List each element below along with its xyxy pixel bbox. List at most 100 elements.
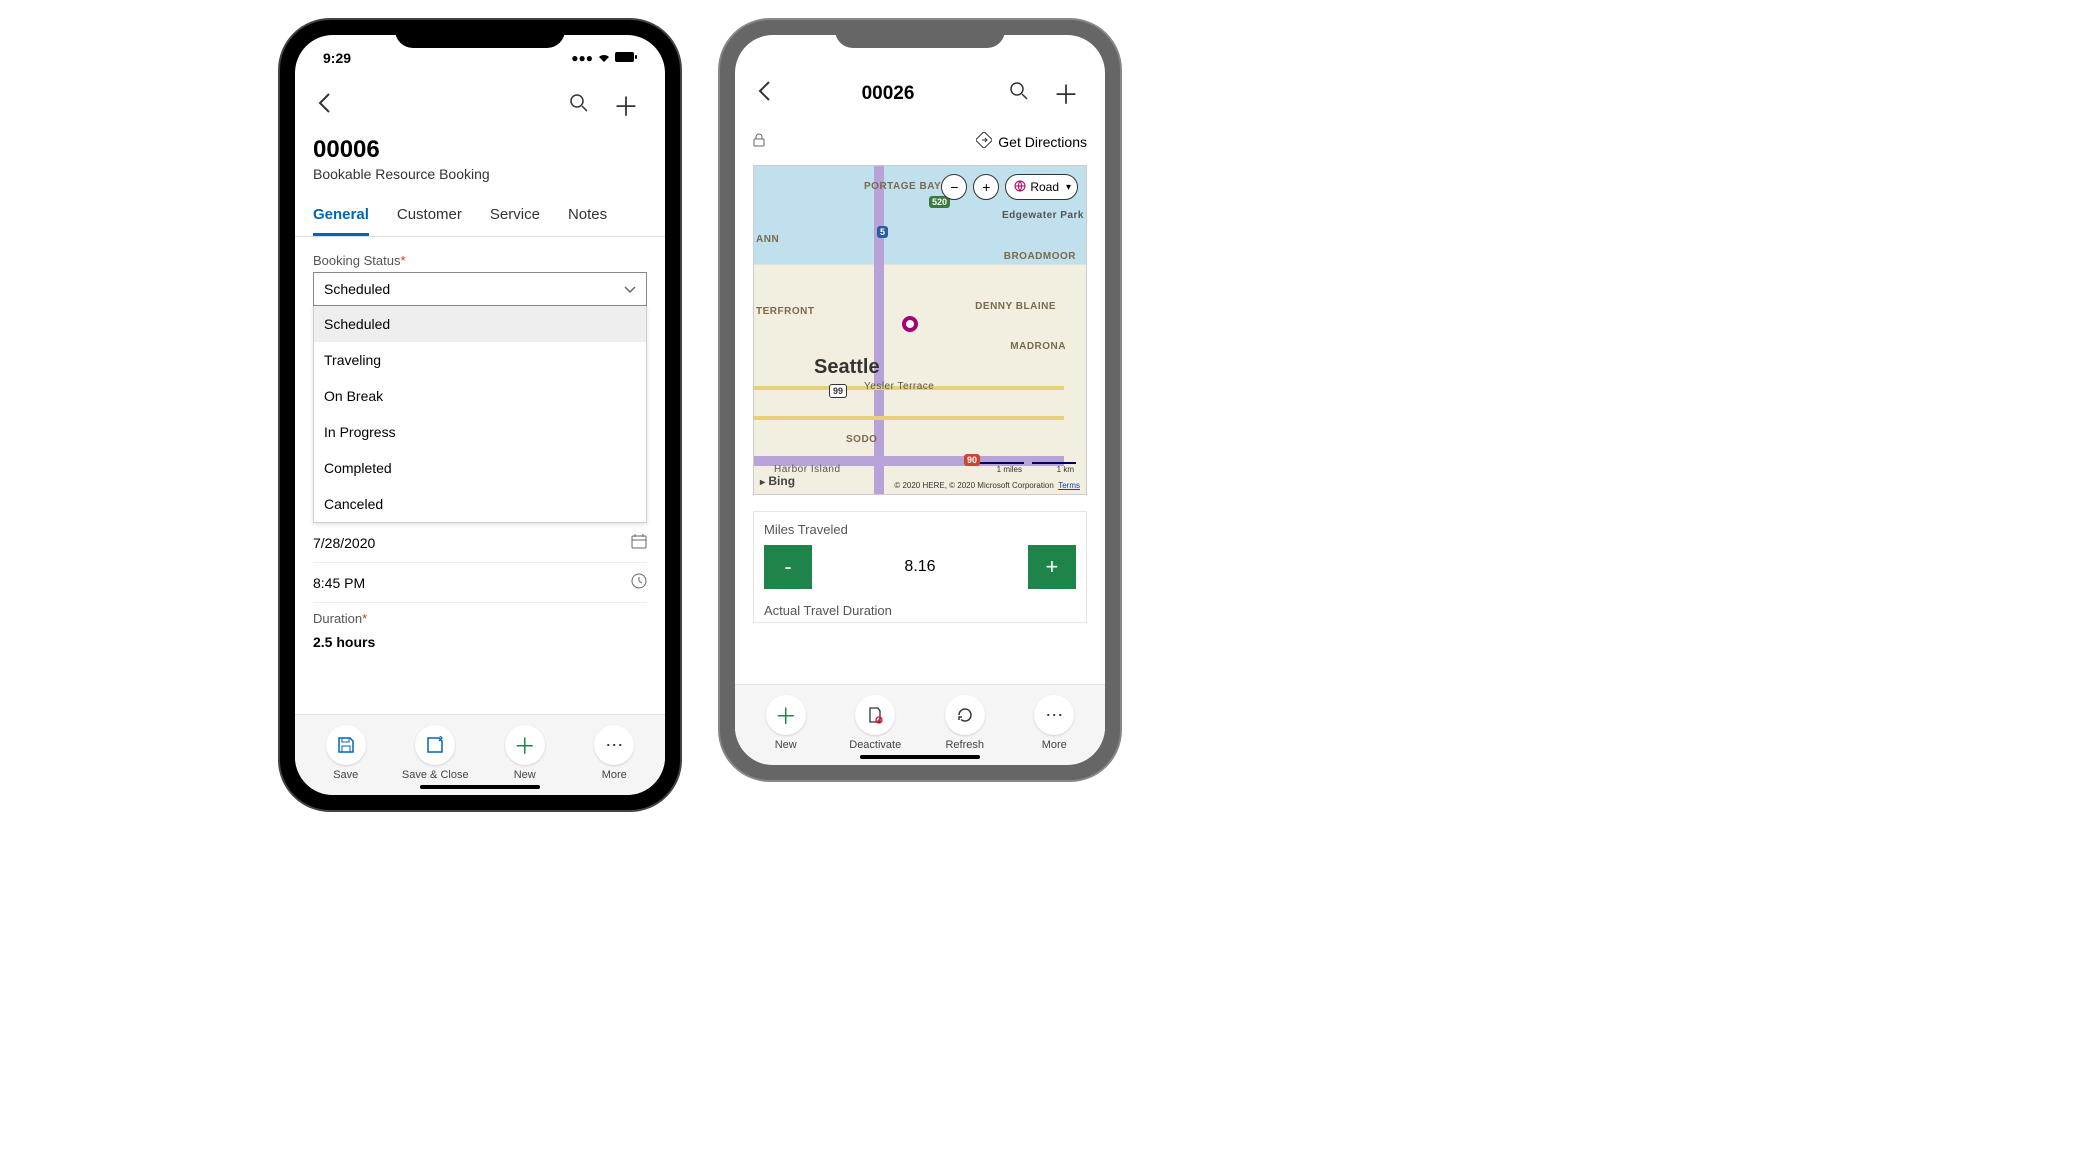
miles-label: Miles Traveled (764, 522, 1076, 537)
get-directions-button[interactable]: Get Directions (976, 132, 1087, 151)
option-on-break[interactable]: On Break (314, 378, 646, 414)
duration-label: Duration* (313, 611, 647, 626)
plus-icon: ＋ (766, 695, 806, 735)
status-icons: ●●● (571, 51, 637, 65)
refresh-button[interactable]: Refresh (928, 695, 1002, 751)
notch (395, 20, 565, 48)
duration-value: 2.5 hours (313, 634, 375, 650)
zoom-in-button[interactable]: + (973, 174, 999, 200)
chevron-down-icon (624, 281, 636, 297)
command-bar: ＋ New Deactivate Refresh ⋯ More (735, 684, 1105, 765)
option-completed[interactable]: Completed (314, 450, 646, 486)
miles-traveled-card: Miles Traveled - 8.16 + Actual Travel Du… (753, 511, 1087, 623)
save-close-icon (415, 725, 455, 765)
more-button[interactable]: ⋯ More (1017, 695, 1091, 751)
deactivate-icon (855, 695, 895, 735)
more-icon: ⋯ (1034, 695, 1074, 735)
label-sodo: SODO (846, 434, 877, 445)
more-button[interactable]: ⋯ More (577, 725, 651, 781)
map-pin[interactable] (902, 316, 918, 332)
new-button[interactable]: ＋ New (749, 695, 823, 751)
plus-icon: ＋ (505, 725, 545, 765)
option-in-progress[interactable]: In Progress (314, 414, 646, 450)
add-icon[interactable]: ＋ (1045, 71, 1087, 116)
label-edgewater: Edgewater Park (1002, 210, 1084, 221)
map-controls: − + Road (941, 174, 1078, 200)
page-title: 00026 (862, 83, 915, 105)
map-scale: 1 miles 1 km (980, 462, 1076, 474)
label-ann: ANN (756, 234, 779, 245)
wifi-icon (597, 51, 611, 65)
map-road (754, 416, 1064, 420)
screen-1: 9:29 ●●● ＋ 00006 Bookable R (295, 35, 665, 795)
label-portage-bay: PORTAGE BAY (864, 181, 941, 192)
time-value: 8:45 PM (313, 575, 365, 591)
battery-icon (615, 51, 637, 65)
tab-service[interactable]: Service (490, 196, 540, 236)
booking-status-value: Scheduled (324, 281, 390, 297)
time-field[interactable]: 8:45 PM (313, 563, 647, 603)
miles-value[interactable]: 8.16 (904, 558, 935, 576)
decrement-button[interactable]: - (764, 545, 812, 589)
home-indicator[interactable] (420, 785, 540, 789)
map-attribution: © 2020 HERE, © 2020 Microsoft Corporatio… (894, 481, 1080, 490)
duration-field[interactable]: 2.5 hours (313, 630, 647, 660)
screen-2: 00026 ＋ Get Directions 5 (735, 35, 1105, 765)
record-title: 00006 (313, 136, 647, 164)
back-button[interactable] (313, 90, 335, 121)
booking-status-select[interactable]: Scheduled (313, 272, 647, 306)
search-icon[interactable] (1001, 77, 1037, 111)
label-yesler: Yesler Terrace (864, 381, 934, 392)
refresh-icon (945, 695, 985, 735)
save-close-button[interactable]: Save & Close (398, 725, 472, 781)
tab-general[interactable]: General (313, 196, 369, 236)
date-field[interactable]: 7/28/2020 (313, 523, 647, 563)
tab-notes[interactable]: Notes (568, 196, 607, 236)
map[interactable]: 5 520 99 90 PORTAGE BAY Edgewater Park B… (753, 165, 1087, 495)
booking-status-dropdown: Scheduled Traveling On Break In Progress… (313, 306, 647, 523)
increment-button[interactable]: + (1028, 545, 1076, 589)
tabs: General Customer Service Notes (295, 196, 665, 237)
notch (835, 20, 1005, 48)
status-time: 9:29 (323, 50, 351, 66)
option-scheduled[interactable]: Scheduled (314, 306, 646, 342)
clock-icon (631, 573, 647, 592)
deactivate-button[interactable]: Deactivate (838, 695, 912, 751)
map-type-select[interactable]: Road (1005, 174, 1078, 200)
search-icon[interactable] (561, 89, 597, 123)
lock-icon (753, 133, 765, 150)
phone-frame-1: 9:29 ●●● ＋ 00006 Bookable R (280, 20, 680, 810)
shield-99: 99 (829, 384, 847, 398)
signal-icon: ●●● (571, 51, 593, 65)
new-button[interactable]: ＋ New (488, 725, 562, 781)
directions-icon (976, 132, 992, 151)
shield-i90: 90 (964, 454, 980, 466)
add-icon[interactable]: ＋ (605, 83, 647, 128)
save-button[interactable]: Save (309, 725, 383, 781)
miles-stepper: - 8.16 + (764, 545, 1076, 589)
record-header: 00006 Bookable Resource Booking (295, 136, 665, 186)
date-value: 7/28/2020 (313, 535, 375, 551)
globe-icon (1014, 180, 1026, 195)
label-madrona: MADRONA (1010, 341, 1066, 352)
option-traveling[interactable]: Traveling (314, 342, 646, 378)
home-indicator[interactable] (860, 755, 980, 759)
back-button[interactable] (753, 78, 775, 109)
label-denny-blaine: DENNY BLAINE (975, 301, 1056, 312)
shield-i5: 5 (877, 226, 888, 238)
travel-duration-label: Actual Travel Duration (764, 603, 1076, 618)
bing-logo: ▸ Bing (760, 474, 795, 488)
tab-customer[interactable]: Customer (397, 196, 462, 236)
record-entity: Bookable Resource Booking (313, 166, 647, 182)
zoom-out-button[interactable]: − (941, 174, 967, 200)
directions-row: Get Directions (735, 124, 1105, 159)
label-broadmoor: BROADMOOR (1004, 251, 1076, 262)
booking-status-label: Booking Status* (313, 253, 647, 268)
label-terfront: TERFRONT (756, 306, 814, 317)
save-icon (326, 725, 366, 765)
option-canceled[interactable]: Canceled (314, 486, 646, 522)
top-nav-bar: 00026 ＋ (735, 63, 1105, 124)
calendar-icon (631, 533, 647, 552)
top-nav-bar: ＋ (295, 75, 665, 136)
terms-link[interactable]: Terms (1058, 481, 1080, 490)
